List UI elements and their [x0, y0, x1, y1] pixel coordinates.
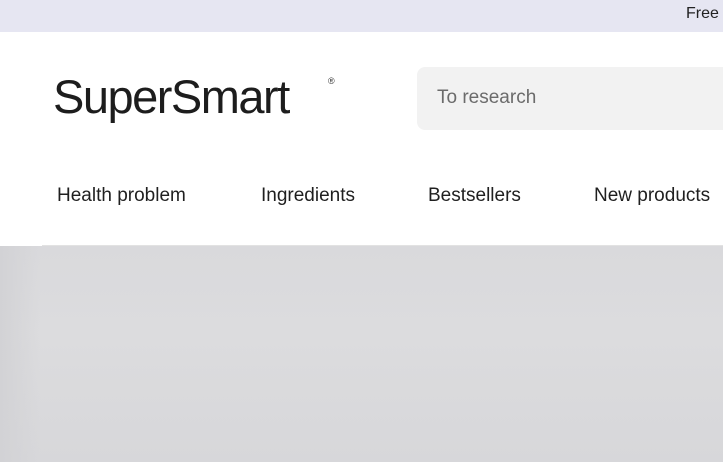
hero-banner[interactable] — [0, 246, 723, 462]
announcement-bar: Free — [0, 0, 723, 32]
nav-item-ingredients[interactable]: Ingredients — [261, 185, 355, 207]
nav-item-bestsellers[interactable]: Bestsellers — [428, 185, 521, 207]
nav-item-new-products[interactable]: New products — [594, 185, 710, 207]
site-header: SuperSmart ® Health problem Ingredients … — [0, 32, 723, 245]
announcement-text[interactable]: Free — [686, 5, 719, 23]
supersmart-logo[interactable]: SuperSmart — [53, 69, 290, 125]
search-box[interactable] — [417, 67, 723, 130]
nav-item-health-problem[interactable]: Health problem — [57, 185, 186, 207]
registered-mark: ® — [328, 76, 335, 86]
main-nav: Health problem Ingredients Bestsellers N… — [0, 172, 723, 220]
hero-shade — [0, 246, 40, 462]
search-input[interactable] — [437, 85, 717, 111]
